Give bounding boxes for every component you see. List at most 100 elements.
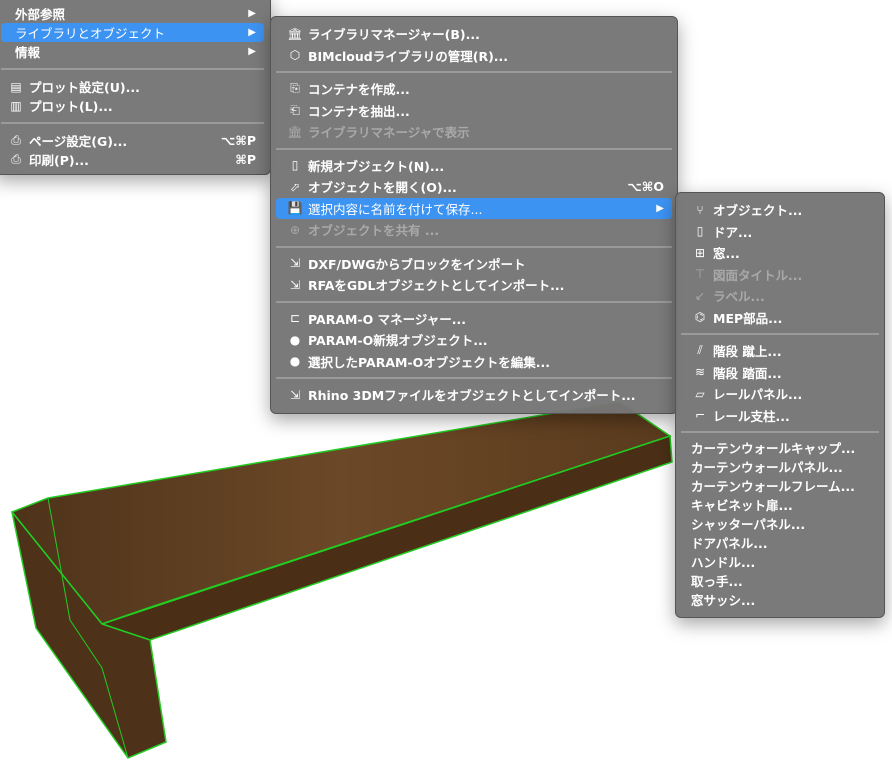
label: プロット(L)...: [29, 99, 113, 114]
rhino-import-icon: ⇲: [289, 387, 301, 402]
shortcut: ⌥⌘P: [220, 133, 256, 148]
label: カーテンウォールキャップ...: [691, 441, 856, 456]
menu-item-info[interactable]: 情報 ▶: [1, 42, 264, 61]
menu-item-save-selection-as[interactable]: 💾 選択内容に名前を付けて保存... ▶: [276, 197, 672, 219]
menu-item-extract-container[interactable]: ⎗ コンテナを抽出...: [276, 100, 672, 122]
label: コンテナを作成...: [308, 82, 410, 98]
menu-item-object[interactable]: ⑂ オブジェクト...: [681, 199, 879, 221]
param-o-new-icon: ●: [289, 332, 301, 347]
menu-item-page-setup[interactable]: ⎙ ページ設定(G)... ⌥⌘P: [1, 131, 264, 150]
printer-icon: ⎙: [11, 152, 21, 166]
label: ライブラリとオブジェクト: [15, 26, 166, 41]
drawing-title-icon: ⊤: [694, 267, 706, 282]
menu-item-cw-panel[interactable]: カーテンウォールパネル...: [681, 457, 879, 476]
label: 窓...: [713, 246, 740, 262]
label: プロット設定(U)...: [29, 80, 140, 95]
label: 図面タイトル...: [713, 267, 803, 283]
menu-item-cabinet-door[interactable]: キャビネット扉...: [681, 495, 879, 514]
separator: [276, 300, 672, 303]
separator: [681, 333, 879, 335]
menu-item-drawing-title: ⊤ 図面タイトル...: [681, 264, 879, 286]
label: 取っ手...: [691, 574, 743, 589]
menu-item-window-sash[interactable]: 窓サッシ...: [681, 590, 879, 609]
label: レール支柱...: [713, 408, 790, 424]
menu-item-plot[interactable]: ▥ プロット(L)...: [1, 96, 264, 115]
menu-item-import-rhino[interactable]: ⇲ Rhino 3DMファイルをオブジェクトとしてインポート...: [276, 384, 672, 406]
menu-item-import-dxf-dwg[interactable]: ⇲ DXF/DWGからブロックをインポート: [276, 253, 672, 275]
submenu-arrow-icon: ▶: [248, 46, 256, 57]
create-container-icon: ⎘: [290, 81, 300, 96]
menu-item-bimcloud-library[interactable]: ⬡ BIMcloudライブラリの管理(R)...: [276, 45, 672, 67]
label: 新規オブジェクト(N)...: [308, 158, 445, 174]
shortcut: ⌘P: [235, 152, 256, 167]
menu-item-shutter-panel[interactable]: シャッターパネル...: [681, 514, 879, 533]
menu-item-door[interactable]: ▯ ドア...: [681, 221, 879, 243]
menu-item-open-object[interactable]: ⬀ オブジェクトを開く(O)... ⌥⌘O: [276, 176, 672, 198]
shortcut: ⌥⌘O: [627, 179, 664, 195]
menu-item-param-o-new[interactable]: ● PARAM-O新規オブジェクト...: [276, 329, 672, 351]
label: RFAをGDLオブジェクトとしてインポート...: [308, 278, 565, 294]
label: キャビネット扉...: [691, 498, 793, 513]
menu-item-plot-setup[interactable]: ▤ プロット設定(U)...: [1, 77, 264, 96]
separator: [276, 147, 672, 150]
separator: [681, 431, 879, 433]
label: Rhino 3DMファイルをオブジェクトとしてインポート...: [308, 388, 636, 404]
menu-item-cw-frame[interactable]: カーテンウォールフレーム...: [681, 476, 879, 495]
menu-item-cw-cap[interactable]: カーテンウォールキャップ...: [681, 438, 879, 457]
label: 選択したPARAM-Oオブジェクトを編集...: [308, 354, 550, 370]
page-setup-icon: ⎙: [11, 133, 21, 147]
label: 階段 蹴上...: [713, 344, 782, 360]
menu-item-library-and-objects[interactable]: ライブラリとオブジェクト ▶: [1, 23, 264, 42]
label: ドア...: [713, 224, 753, 240]
label: ページ設定(G)...: [29, 134, 128, 149]
label: 選択内容に名前を付けて保存...: [308, 201, 483, 217]
menu-item-window[interactable]: ⊞ 窓...: [681, 242, 879, 264]
save-as-submenu: ⑂ オブジェクト... ▯ ドア... ⊞ 窓... ⊤ 図面タイトル... ↙ ラベル.…: [675, 192, 885, 618]
menu-item-rail-post[interactable]: ⌐ レール支柱...: [681, 405, 879, 427]
menu-item-door-panel[interactable]: ドアパネル...: [681, 533, 879, 552]
bimcloud-icon: ⬡: [289, 48, 301, 63]
param-o-edit-icon: ●: [289, 354, 301, 369]
new-object-icon: ▯: [291, 158, 299, 173]
label: MEP部品...: [713, 310, 783, 326]
rail-panel-icon: ▱: [695, 386, 705, 401]
menu-item-param-o-manager[interactable]: ⊏ PARAM-O マネージャー...: [276, 308, 672, 330]
label: レールパネル...: [713, 387, 803, 403]
label: ライブラリマネージャで表示: [308, 125, 470, 141]
menu-item-library-manager[interactable]: 🏛 ライブラリマネージャー(B)...: [276, 23, 672, 45]
menu-item-print[interactable]: ⎙ 印刷(P)... ⌘P: [1, 150, 264, 169]
share-icon: ⊕: [289, 222, 301, 237]
separator: [276, 245, 672, 248]
import-block-icon: ⇲: [289, 256, 301, 271]
menu-item-create-container[interactable]: ⎘ コンテナを作成...: [276, 78, 672, 100]
label: コンテナを抽出...: [308, 103, 410, 119]
menu-item-import-rfa[interactable]: ⇲ RFAをGDLオブジェクトとしてインポート...: [276, 274, 672, 296]
menu-item-label: ↙ ラベル...: [681, 285, 879, 307]
chair-icon: ⑂: [696, 202, 704, 217]
menu-item-param-o-edit[interactable]: ● 選択したPARAM-Oオブジェクトを編集...: [276, 351, 672, 373]
menu-item-external-reference[interactable]: 外部参照 ▶: [1, 4, 264, 23]
label: ラベル...: [713, 289, 765, 305]
menu-item-rail-panel[interactable]: ▱ レールパネル...: [681, 383, 879, 405]
menu-item-stair-riser[interactable]: ⫽ 階段 蹴上...: [681, 340, 879, 362]
submenu-arrow-icon: ▶: [248, 8, 256, 19]
submenu-arrow-icon: ▶: [656, 202, 664, 214]
param-o-icon: ⊏: [289, 311, 301, 326]
menu-item-handle[interactable]: ハンドル...: [681, 552, 879, 571]
label: 印刷(P)...: [29, 153, 89, 168]
label: BIMcloudライブラリの管理(R)...: [308, 48, 509, 64]
import-rfa-icon: ⇲: [289, 277, 301, 292]
menu-item-new-object[interactable]: ▯ 新規オブジェクト(N)...: [276, 155, 672, 177]
label: PARAM-O新規オブジェクト...: [308, 333, 488, 349]
menu-item-knob[interactable]: 取っ手...: [681, 571, 879, 590]
library-icon: 🏛: [287, 124, 303, 139]
library-submenu: 🏛 ライブラリマネージャー(B)... ⬡ BIMcloudライブラリの管理(R).…: [270, 16, 678, 414]
door-icon: ▯: [696, 224, 704, 239]
menu-item-mep-part[interactable]: ⌬ MEP部品...: [681, 307, 879, 329]
label: 窓サッシ...: [691, 593, 756, 608]
menu-item-stair-tread[interactable]: ≋ 階段 踏面...: [681, 362, 879, 384]
separator: [1, 122, 264, 124]
label: カーテンウォールパネル...: [691, 460, 843, 475]
extract-container-icon: ⎗: [290, 102, 300, 117]
library-icon: 🏛: [287, 26, 303, 41]
